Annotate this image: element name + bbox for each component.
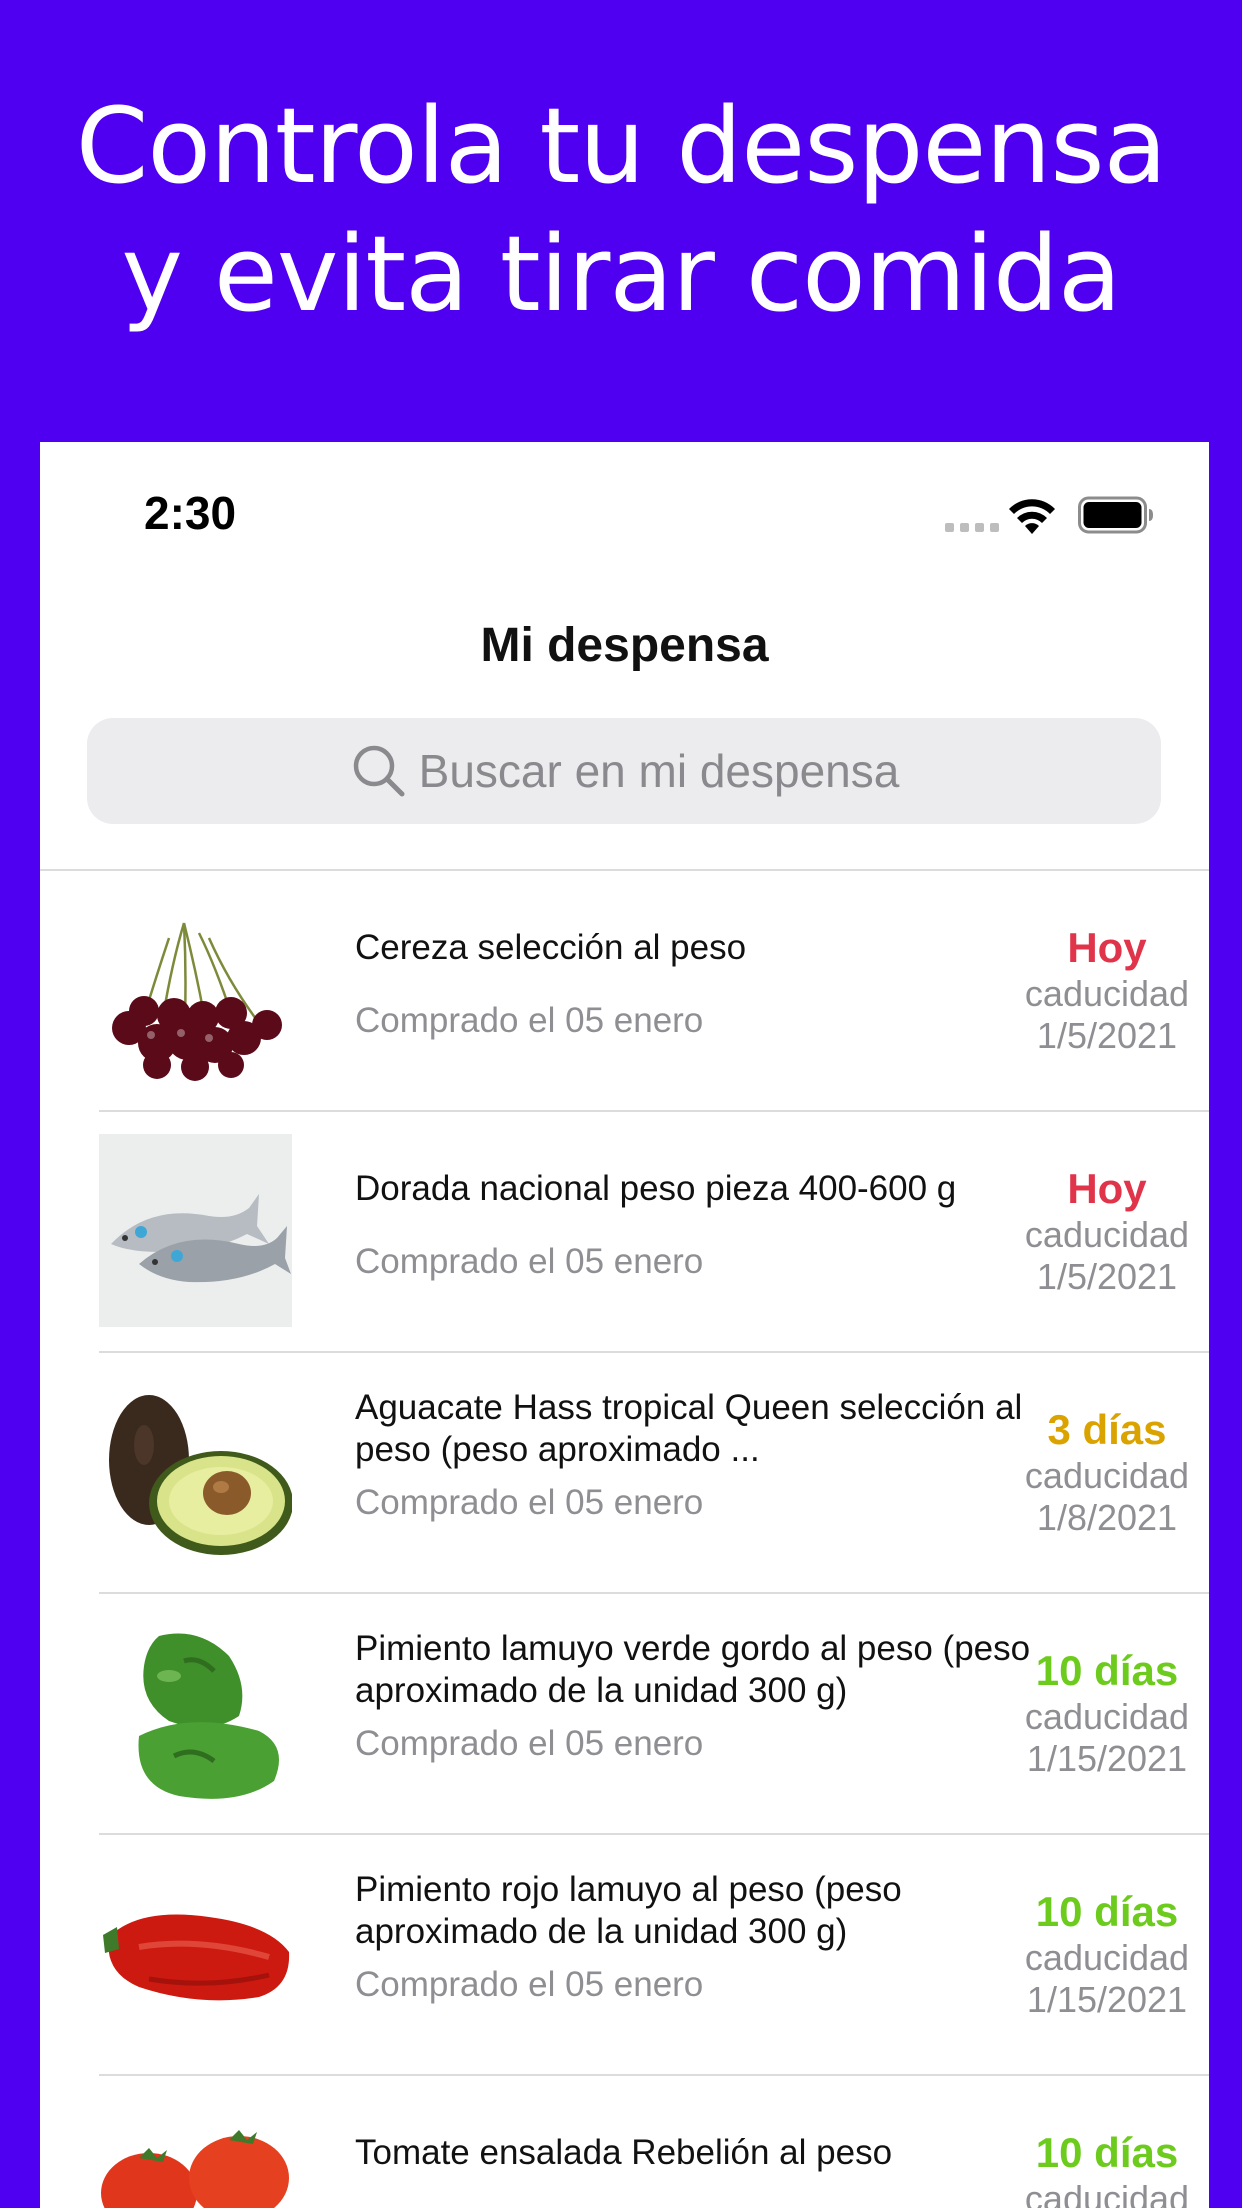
product-image bbox=[99, 1375, 293, 1568]
product-name: Pimiento rojo lamuyo al peso (peso aprox… bbox=[355, 1870, 902, 1951]
product-image bbox=[99, 1616, 292, 1809]
expiry-label: caducidad bbox=[1024, 1937, 1190, 1978]
purchase-date: Comprado el 05 enero bbox=[355, 1965, 704, 2004]
expiry-label: caducidad bbox=[1024, 973, 1190, 1014]
pantry-list: Cereza selección al peso Comprado el 05 … bbox=[40, 871, 1209, 2208]
promo-headline: Controla tu despensa y evita tirar comid… bbox=[0, 82, 1242, 338]
search-input[interactable]: Buscar en mi despensa bbox=[87, 718, 1161, 824]
promo-line-1: Controla tu despensa bbox=[75, 85, 1167, 207]
expiry-date: 1/15/2021 bbox=[1026, 1979, 1188, 2020]
tomato-icon bbox=[99, 2098, 292, 2208]
product-name: Aguacate Hass tropical Queen selección a… bbox=[355, 1388, 1023, 1469]
expiry-countdown: 3 días bbox=[1047, 1406, 1167, 1453]
search-icon bbox=[353, 745, 405, 797]
expiry-info: 3 días caducidad 1/8/2021 bbox=[1009, 1405, 1205, 1539]
product-name: Dorada nacional peso pieza 400-600 g bbox=[355, 1169, 957, 1208]
red-pepper-icon bbox=[99, 1857, 292, 2050]
purchase-date: Comprado el 05 enero bbox=[355, 1724, 704, 1763]
expiry-label: caducidad bbox=[1024, 2178, 1190, 2208]
list-item[interactable]: Aguacate Hass tropical Queen selección a… bbox=[99, 1353, 1209, 1594]
expiry-date: 1/5/2021 bbox=[1036, 1256, 1178, 1297]
product-image bbox=[99, 2098, 292, 2208]
status-bar: 2:30 bbox=[40, 442, 1209, 592]
expiry-date: 1/8/2021 bbox=[1036, 1497, 1178, 1538]
expiry-countdown: Hoy bbox=[1067, 1165, 1147, 1212]
cherries-icon bbox=[99, 893, 292, 1086]
expiry-countdown: 10 días bbox=[1035, 1647, 1179, 1694]
expiry-countdown: 10 días bbox=[1035, 2129, 1179, 2176]
expiry-date: 1/5/2021 bbox=[1036, 1015, 1178, 1056]
expiry-date: 1/15/2021 bbox=[1026, 1738, 1188, 1779]
battery-icon bbox=[1078, 496, 1153, 534]
expiry-info: 10 días caducidad 1/15/2021 bbox=[1009, 1887, 1205, 2021]
phone-screen: 2:30 Mi despensa Buscar en mi despensa C… bbox=[40, 442, 1209, 2208]
wifi-icon bbox=[1009, 499, 1055, 534]
promo-line-2: y evita tirar comida bbox=[121, 213, 1121, 335]
list-item[interactable]: Tomate ensalada Rebelión al peso 10 días… bbox=[99, 2076, 1209, 2208]
list-item[interactable]: Pimiento rojo lamuyo al peso (peso aprox… bbox=[99, 1835, 1209, 2076]
product-name: Cereza selección al peso bbox=[355, 928, 747, 967]
expiry-label: caducidad bbox=[1024, 1696, 1190, 1737]
cellular-signal-icon bbox=[945, 523, 999, 532]
list-item[interactable]: Dorada nacional peso pieza 400-600 g Com… bbox=[99, 1112, 1209, 1353]
avocado-icon bbox=[99, 1375, 293, 1568]
page-title: Mi despensa bbox=[480, 619, 769, 672]
purchase-date: Comprado el 05 enero bbox=[355, 1242, 704, 1281]
expiry-info: 10 días caducidad 1/15/2021 bbox=[1009, 1646, 1205, 1780]
expiry-countdown: 10 días bbox=[1035, 1888, 1179, 1935]
product-name: Tomate ensalada Rebelión al peso bbox=[355, 2133, 893, 2172]
search-placeholder: Buscar en mi despensa bbox=[418, 745, 900, 797]
list-item[interactable]: Pimiento lamuyo verde gordo al peso (pes… bbox=[99, 1594, 1209, 1835]
expiry-info: Hoy caducidad 1/5/2021 bbox=[1009, 1164, 1205, 1298]
list-item[interactable]: Cereza selección al peso Comprado el 05 … bbox=[99, 871, 1209, 1112]
product-image bbox=[99, 893, 292, 1086]
expiry-label: caducidad bbox=[1024, 1214, 1190, 1255]
purchase-date: Comprado el 05 enero bbox=[355, 1001, 704, 1040]
expiry-label: caducidad bbox=[1024, 1455, 1190, 1496]
expiry-countdown: Hoy bbox=[1067, 924, 1147, 971]
expiry-info: Hoy caducidad 1/5/2021 bbox=[1009, 923, 1205, 1057]
product-image bbox=[99, 1134, 292, 1327]
fish-icon bbox=[99, 1134, 292, 1327]
status-time: 2:30 bbox=[144, 487, 237, 539]
expiry-info: 10 días caducidad bbox=[1009, 2128, 1205, 2208]
purchase-date: Comprado el 05 enero bbox=[355, 1483, 704, 1522]
product-name: Pimiento lamuyo verde gordo al peso (pes… bbox=[355, 1629, 1031, 1710]
product-image bbox=[99, 1857, 292, 2050]
green-pepper-icon bbox=[99, 1616, 292, 1809]
